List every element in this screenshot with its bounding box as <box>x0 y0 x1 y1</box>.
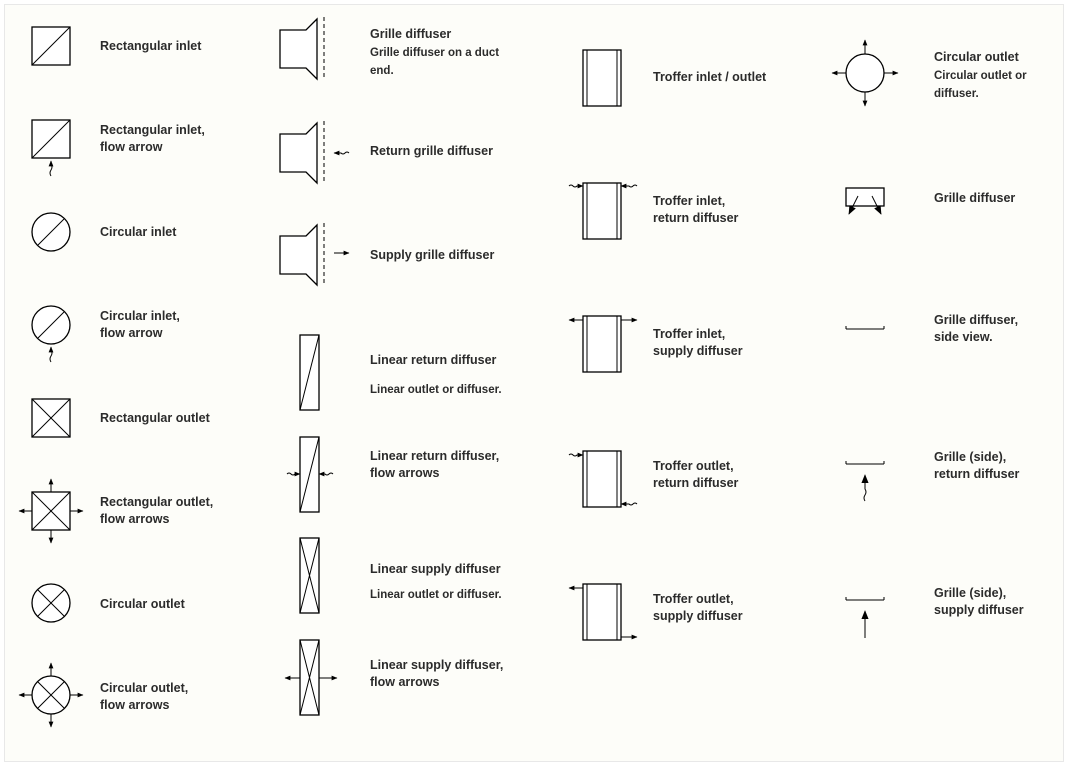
label-return-grille-diffuser: Return grille diffuser <box>370 144 493 158</box>
rectangular-inlet-flow-arrow-icon <box>31 119 71 177</box>
label-rectangular-outlet-flow-arrows: Rectangular outlet, flow arrows <box>100 495 214 526</box>
troffer-outlet-return-diffuser-icon <box>568 450 638 508</box>
grille-diffuser-side-view-icon <box>845 326 885 330</box>
label-rectangular-inlet: Rectangular inlet <box>100 38 201 55</box>
label-circular-outlet-diffuser: Circular outlet Circular outlet or diffu… <box>934 50 1027 100</box>
label-linear-return-diffuser-flow-arrows: Linear return diffuser, flow arrows <box>370 449 500 480</box>
label-rectangular-outlet: Rectangular outlet <box>100 411 210 425</box>
label-linear-supply-diffuser: Linear supply diffuser Linear outlet or … <box>370 562 502 601</box>
label-supply-grille-diffuser: Supply grille diffuser <box>370 248 495 262</box>
symbol-sheet: Rectangular inlet Rectangular inlet, flo… <box>4 4 1064 762</box>
label-grille-diffuser: Grille diffuser <box>934 191 1016 205</box>
linear-supply-diffuser-flow-arrows-icon <box>284 639 338 716</box>
grille-diffuser-icon <box>845 187 885 215</box>
linear-return-diffuser-icon <box>299 334 320 411</box>
troffer-outlet-supply-diffuser-icon <box>568 583 638 641</box>
troffer-inlet-outlet-icon <box>582 49 622 107</box>
label-circular-inlet: Circular inlet <box>100 225 177 239</box>
symbol-title: Rectangular inlet <box>100 39 202 53</box>
circular-inlet-icon <box>31 212 71 252</box>
circular-outlet-flow-arrows-icon <box>18 662 84 728</box>
rectangular-outlet-flow-arrows-icon <box>18 478 84 544</box>
supply-grille-diffuser-icon <box>279 223 350 287</box>
label-circular-outlet: Circular outlet <box>100 597 185 611</box>
label-grille-side-supply-diffuser: Grille (side), supply diffuser <box>934 586 1024 617</box>
label-circular-outlet-flow-arrows: Circular outlet, flow arrows <box>100 681 189 712</box>
linear-return-diffuser-flow-arrows-icon <box>286 436 334 513</box>
label-troffer-inlet-return-diffuser: Troffer inlet, return diffuser <box>653 194 739 225</box>
label-linear-return-diffuser: Linear return diffuser Linear outlet or … <box>370 353 502 396</box>
circular-outlet-diffuser-icon <box>831 39 899 107</box>
rectangular-inlet-icon <box>31 26 71 66</box>
label-grille-diffuser-side-view: Grille diffuser, side view. <box>934 313 1019 344</box>
label-troffer-outlet-supply-diffuser: Troffer outlet, supply diffuser <box>653 592 743 623</box>
troffer-inlet-supply-diffuser-icon <box>568 315 638 373</box>
linear-supply-diffuser-icon <box>299 537 320 614</box>
return-grille-diffuser-icon <box>279 121 350 185</box>
grille-side-supply-diffuser-icon <box>845 597 885 638</box>
circular-inlet-flow-arrow-icon <box>31 305 71 363</box>
label-circular-inlet-flow-arrow: Circular inlet, flow arrow <box>100 309 180 340</box>
label-troffer-outlet-return-diffuser: Troffer outlet, return diffuser <box>653 459 739 490</box>
circular-outlet-icon <box>31 583 71 623</box>
rectangular-outlet-icon <box>31 398 71 438</box>
label-troffer-inlet-outlet: Troffer inlet / outlet <box>653 70 767 84</box>
label-linear-supply-diffuser-flow-arrows: Linear supply diffuser, flow arrows <box>370 658 504 689</box>
troffer-inlet-return-diffuser-icon <box>568 182 638 240</box>
label-troffer-inlet-supply-diffuser: Troffer inlet, supply diffuser <box>653 327 743 358</box>
grille-side-return-diffuser-icon <box>845 461 885 502</box>
label-rectangular-inlet-flow-arrow: Rectangular inlet, flow arrow <box>100 123 205 154</box>
grille-diffuser-duct-end-icon <box>279 17 325 81</box>
label-grille-side-return-diffuser: Grille (side), return diffuser <box>934 450 1020 481</box>
label-grille-diffuser-duct-end: Grille diffuser Grille diffuser on a duc… <box>370 27 500 77</box>
